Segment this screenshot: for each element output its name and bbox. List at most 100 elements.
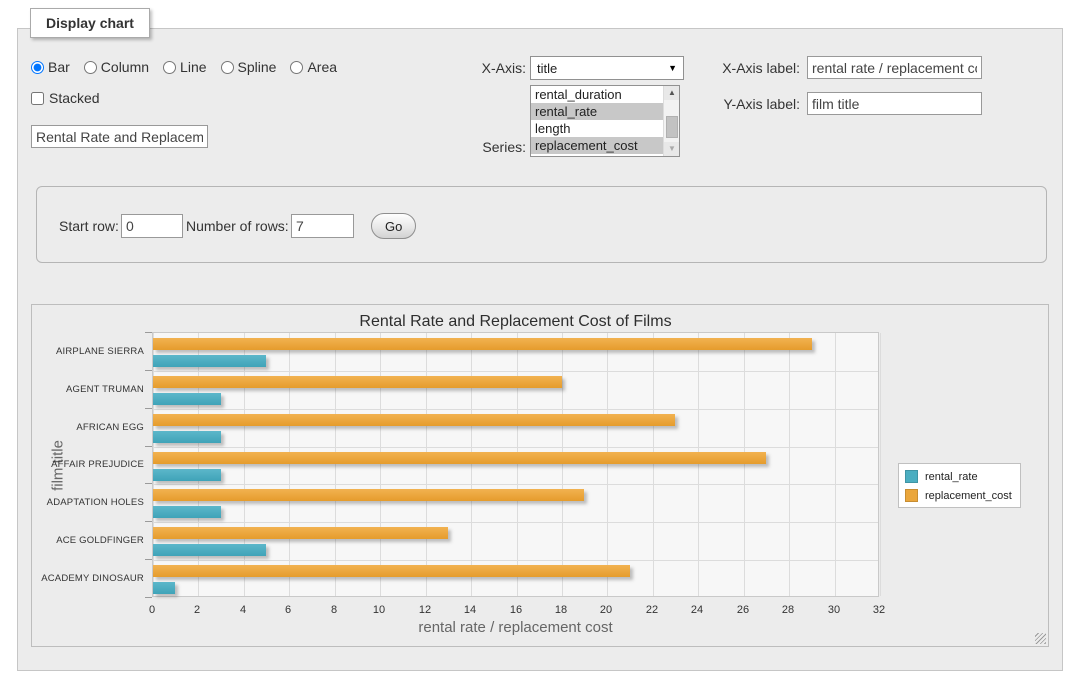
chart-type-radio-line[interactable] [163,61,176,74]
bar-rental_rate [153,355,266,367]
chart-type-option-area[interactable]: Area [290,59,337,75]
x-axis-selected-value: title [537,61,557,76]
legend-item-replacement_cost: replacement_cost [905,489,1012,502]
series-scrollbar[interactable]: ▲ ▼ [663,86,679,156]
x-tick-label: 18 [543,604,579,616]
stacked-label: Stacked [49,90,100,106]
bar-rental_rate [153,506,221,518]
chart-type-option-column[interactable]: Column [84,59,149,75]
series-option-length[interactable]: length [531,120,679,137]
legend-label: rental_rate [925,471,978,483]
number-of-rows-input[interactable] [291,214,354,238]
grid-line-vertical [835,333,836,596]
scrollbar-thumb[interactable] [666,116,678,138]
series-option-rental_duration[interactable]: rental_duration [531,86,679,103]
stacked-checkbox[interactable] [31,92,44,105]
chart-type-option-label: Line [180,59,206,75]
x-tick-label: 24 [679,604,715,616]
panel-legend: Display chart [30,8,150,38]
grid-line-vertical [698,333,699,596]
scroll-up-icon[interactable]: ▲ [664,86,680,100]
grid-line-vertical [335,333,336,596]
chart-type-radio-bar[interactable] [31,61,44,74]
y-axis-tick [145,597,152,598]
start-row-input[interactable] [121,214,183,238]
y-axis-tick [145,521,152,522]
grid-line-vertical [244,333,245,596]
category-label: AFRICAN EGG [32,422,144,433]
grid-line-vertical [653,333,654,596]
chart-title: Rental Rate and Replacement Cost of Film… [152,313,879,331]
bar-rental_rate [153,431,221,443]
chart-type-option-line[interactable]: Line [163,59,206,75]
grid-line-vertical [471,333,472,596]
chart-type-option-label: Area [307,59,337,75]
chart-type-option-bar[interactable]: Bar [31,59,70,75]
chart-type-option-label: Bar [48,59,70,75]
legend-swatch-icon [905,470,918,483]
series-options: rental_durationrental_ratelengthreplacem… [531,86,679,154]
chart-type-option-label: Column [101,59,149,75]
go-button[interactable]: Go [371,213,416,239]
x-tick-label: 8 [316,604,352,616]
x-tick-label: 12 [407,604,443,616]
bar-replacement_cost [153,414,675,426]
rows-form: Start row: Number of rows: Go [36,186,1047,263]
bar-rental_rate [153,393,221,405]
start-row-caption: Start row: [59,218,119,234]
x-tick-label: 14 [452,604,488,616]
chart-type-option-spline[interactable]: Spline [221,59,277,75]
bar-rental_rate [153,469,221,481]
x-axis-title: rental rate / replacement cost [152,619,879,636]
category-label: AIRPLANE SIERRA [32,346,144,357]
x-tick-label: 32 [861,604,897,616]
x-axis-select[interactable]: title ▼ [530,56,684,80]
y-axis-tick [145,483,152,484]
y-axis-tick [145,408,152,409]
series-caption: Series: [455,139,526,155]
chart-type-option-label: Spline [238,59,277,75]
bar-replacement_cost [153,565,630,577]
x-axis-label-input[interactable] [807,56,982,79]
chart-type-radio-spline[interactable] [221,61,234,74]
page: Display chart Bar Column Line Spline Area St… [0,0,1081,681]
bar-replacement_cost [153,489,584,501]
x-axis-caption: X-Axis: [463,60,526,76]
y-axis-tick [145,332,152,333]
grid-line-vertical [744,333,745,596]
resize-grip-icon[interactable] [1035,633,1046,644]
grid-line-vertical [289,333,290,596]
grid-line-vertical [380,333,381,596]
x-tick-label: 6 [270,604,306,616]
x-tick-label: 16 [498,604,534,616]
plot-area [152,332,879,597]
series-option-rental_rate[interactable]: rental_rate [531,103,679,120]
x-tick-label: 2 [179,604,215,616]
series-multiselect[interactable]: rental_durationrental_ratelengthreplacem… [530,85,680,157]
y-axis-tick [145,446,152,447]
y-axis-label-input[interactable] [807,92,982,115]
scroll-down-icon[interactable]: ▼ [664,142,680,156]
chart-container: Rental Rate and Replacement Cost of Film… [31,304,1049,647]
display-chart-panel: Display chart BarColumnLineSplineArea St… [17,28,1063,671]
bar-replacement_cost [153,376,562,388]
category-label: AGENT TRUMAN [32,384,144,395]
chart-type-radio-column[interactable] [84,61,97,74]
legend-item-rental_rate: rental_rate [905,470,1012,483]
series-option-replacement_cost[interactable]: replacement_cost [531,137,679,154]
bar-rental_rate [153,582,175,594]
stacked-option[interactable]: Stacked [31,90,100,106]
grid-line-vertical [153,333,154,596]
y-axis-label-caption: Y-Axis label: [706,96,800,112]
chart-title-input[interactable] [31,125,208,148]
grid-line-horizontal [153,371,878,372]
grid-line-horizontal [153,560,878,561]
x-axis-label-caption: X-Axis label: [706,60,800,76]
grid-line-vertical [198,333,199,596]
category-label: ADAPTATION HOLES [32,497,144,508]
chart-legend: rental_rate replacement_cost [898,463,1021,508]
chart-type-radio-area[interactable] [290,61,303,74]
stacked-label-wrap[interactable]: Stacked [31,90,100,106]
category-label: AFFAIR PREJUDICE [32,459,144,470]
grid-line-horizontal [153,522,878,523]
